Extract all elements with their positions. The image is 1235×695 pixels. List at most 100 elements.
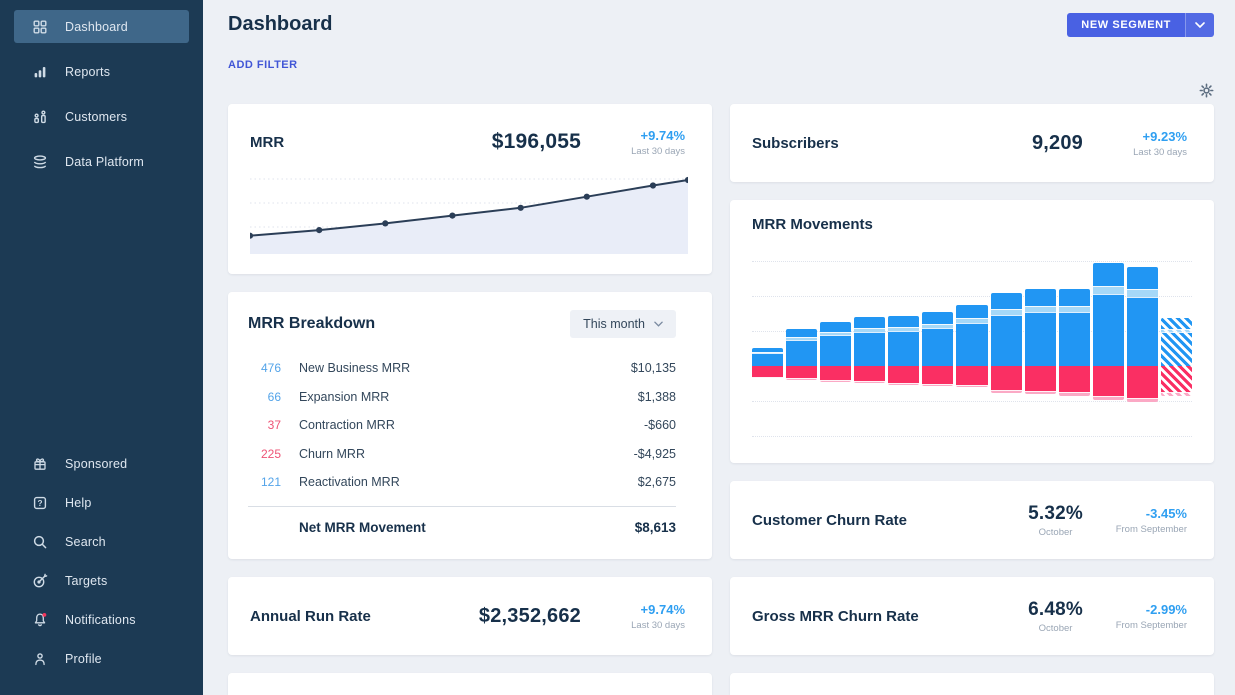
data-point[interactable]: [650, 182, 656, 188]
segment-expansion: [1161, 318, 1192, 329]
segment-new_business: [752, 353, 783, 366]
period-select[interactable]: This month: [570, 310, 676, 338]
breakdown-row: 37 Contraction MRR -$660: [248, 411, 676, 440]
row-label: Expansion MRR: [299, 390, 389, 404]
new-segment-label[interactable]: NEW SEGMENT: [1067, 13, 1185, 37]
segment-churn: [991, 366, 1022, 390]
page-title: Dashboard: [228, 13, 332, 36]
mrr-movements-bar[interactable]: [1127, 248, 1158, 441]
mrr-line-chart-svg: [250, 174, 688, 254]
data-point[interactable]: [382, 220, 388, 226]
data-point[interactable]: [518, 205, 524, 211]
gross-churn-delta: -2.99%: [1091, 602, 1187, 617]
gear-icon[interactable]: [1199, 83, 1214, 98]
row-value: $10,135: [631, 361, 676, 375]
sidebar-item-profile[interactable]: Profile: [14, 642, 189, 675]
mrr-movements-bar[interactable]: [786, 248, 817, 441]
breakdown-row: 66 Expansion MRR $1,388: [248, 383, 676, 412]
segment-churn: [752, 366, 783, 377]
card-title: Gross MRR Churn Rate: [752, 608, 1028, 625]
sidebar-item-label: Reports: [65, 65, 110, 79]
mrr-movements-bar[interactable]: [820, 248, 851, 441]
sidebar-item-label: Search: [65, 535, 106, 549]
segment-expansion: [1093, 263, 1124, 286]
mrr-movements-bar-forecast[interactable]: [1161, 248, 1192, 441]
mrr-movements-bar[interactable]: [752, 248, 783, 441]
segment-expansion: [922, 312, 953, 324]
mrr-value: $196,055: [492, 130, 581, 154]
mrr-movements-card: MRR Movements: [730, 200, 1214, 463]
segment-churn: [888, 366, 919, 383]
mrr-movements-bar[interactable]: [854, 248, 885, 441]
segment-new_business: [820, 335, 851, 366]
segment-contraction: [1059, 392, 1090, 396]
subscribers-value: 9,209: [1032, 132, 1083, 155]
gross-mrr-churn-card: Gross MRR Churn Rate 6.48% October -2.99…: [730, 577, 1214, 655]
sidebar-item-dashboard[interactable]: Dashboard: [14, 10, 189, 43]
mrr-movements-bar[interactable]: [1059, 248, 1090, 441]
segment-reactivation: [1127, 289, 1158, 297]
mrr-movements-chart[interactable]: [752, 248, 1192, 441]
mrr-breakdown-card: MRR Breakdown This month 476 New Busines…: [228, 292, 712, 559]
target-icon: [32, 573, 48, 589]
data-point[interactable]: [449, 213, 455, 219]
mrr-movements-bar[interactable]: [888, 248, 919, 441]
new-segment-button[interactable]: NEW SEGMENT: [1067, 13, 1214, 37]
sidebar-item-targets[interactable]: Targets: [14, 564, 189, 597]
segment-contraction: [820, 380, 851, 382]
mrr-movements-bar[interactable]: [922, 248, 953, 441]
sidebar-item-search[interactable]: Search: [14, 525, 189, 558]
segment-expansion: [854, 317, 885, 328]
row-value: -$4,925: [634, 447, 676, 461]
card-title: MRR: [250, 134, 492, 151]
grid-icon: [32, 19, 48, 35]
arr-delta-caption: Last 30 days: [589, 620, 685, 631]
bars-container: [752, 248, 1192, 441]
row-label: New Business MRR: [299, 361, 410, 375]
segment-contraction: [1127, 398, 1158, 402]
sidebar-item-customers[interactable]: Customers: [14, 100, 189, 133]
data-point[interactable]: [316, 227, 322, 233]
search-icon: [32, 534, 48, 550]
new-segment-dropdown[interactable]: [1185, 13, 1214, 37]
help-icon: ?: [32, 495, 48, 511]
sidebar-item-notifications[interactable]: Notifications: [14, 603, 189, 636]
bell-icon: [32, 612, 48, 628]
dashboard-grid: MRR $196,055 +9.74% Last 30 days MRR Bre…: [228, 104, 1214, 695]
annual-run-rate-card: Annual Run Rate $2,352,662 +9.74% Last 3…: [228, 577, 712, 655]
subscribers-delta-caption: Last 30 days: [1091, 147, 1187, 158]
sidebar-item-label: Targets: [65, 574, 107, 588]
row-value: $2,675: [638, 475, 676, 489]
breakdown-row: 476 New Business MRR $10,135: [248, 354, 676, 383]
sidebar-item-label: Notifications: [65, 613, 136, 627]
data-point[interactable]: [584, 194, 590, 200]
sidebar: Dashboard Reports Customers: [0, 0, 203, 695]
row-count: 37: [248, 418, 281, 432]
sidebar-item-data-platform[interactable]: Data Platform: [14, 145, 189, 178]
segment-expansion: [1059, 289, 1090, 306]
mrr-movements-bar[interactable]: [956, 248, 987, 441]
segment-churn: [820, 366, 851, 380]
notification-dot: [43, 613, 47, 617]
segment-new_business: [1161, 332, 1192, 366]
mrr-movements-bar[interactable]: [1025, 248, 1056, 441]
mrr-movements-bar[interactable]: [991, 248, 1022, 441]
mrr-movements-bar[interactable]: [1093, 248, 1124, 441]
segment-expansion: [1127, 267, 1158, 289]
segment-contraction: [1161, 392, 1192, 396]
mrr-trend-chart[interactable]: [250, 174, 688, 259]
segment-contraction: [854, 381, 885, 383]
sidebar-item-sponsored[interactable]: Sponsored: [14, 447, 189, 480]
sidebar-item-label: Dashboard: [65, 20, 128, 34]
right-column: Subscribers 9,209 +9.23% Last 30 days MR…: [730, 104, 1214, 695]
dashboard-tools-row: [228, 82, 1214, 98]
segment-new_business: [922, 328, 953, 366]
breakdown-row: 121 Reactivation MRR $2,675: [248, 468, 676, 497]
segment-churn: [1093, 366, 1124, 396]
sidebar-item-help[interactable]: ? Help: [14, 486, 189, 519]
add-filter-button[interactable]: ADD FILTER: [228, 59, 298, 71]
mrr-delta-caption: Last 30 days: [589, 146, 685, 157]
sidebar-item-reports[interactable]: Reports: [14, 55, 189, 88]
segment-expansion: [820, 322, 851, 332]
segment-churn: [922, 366, 953, 384]
